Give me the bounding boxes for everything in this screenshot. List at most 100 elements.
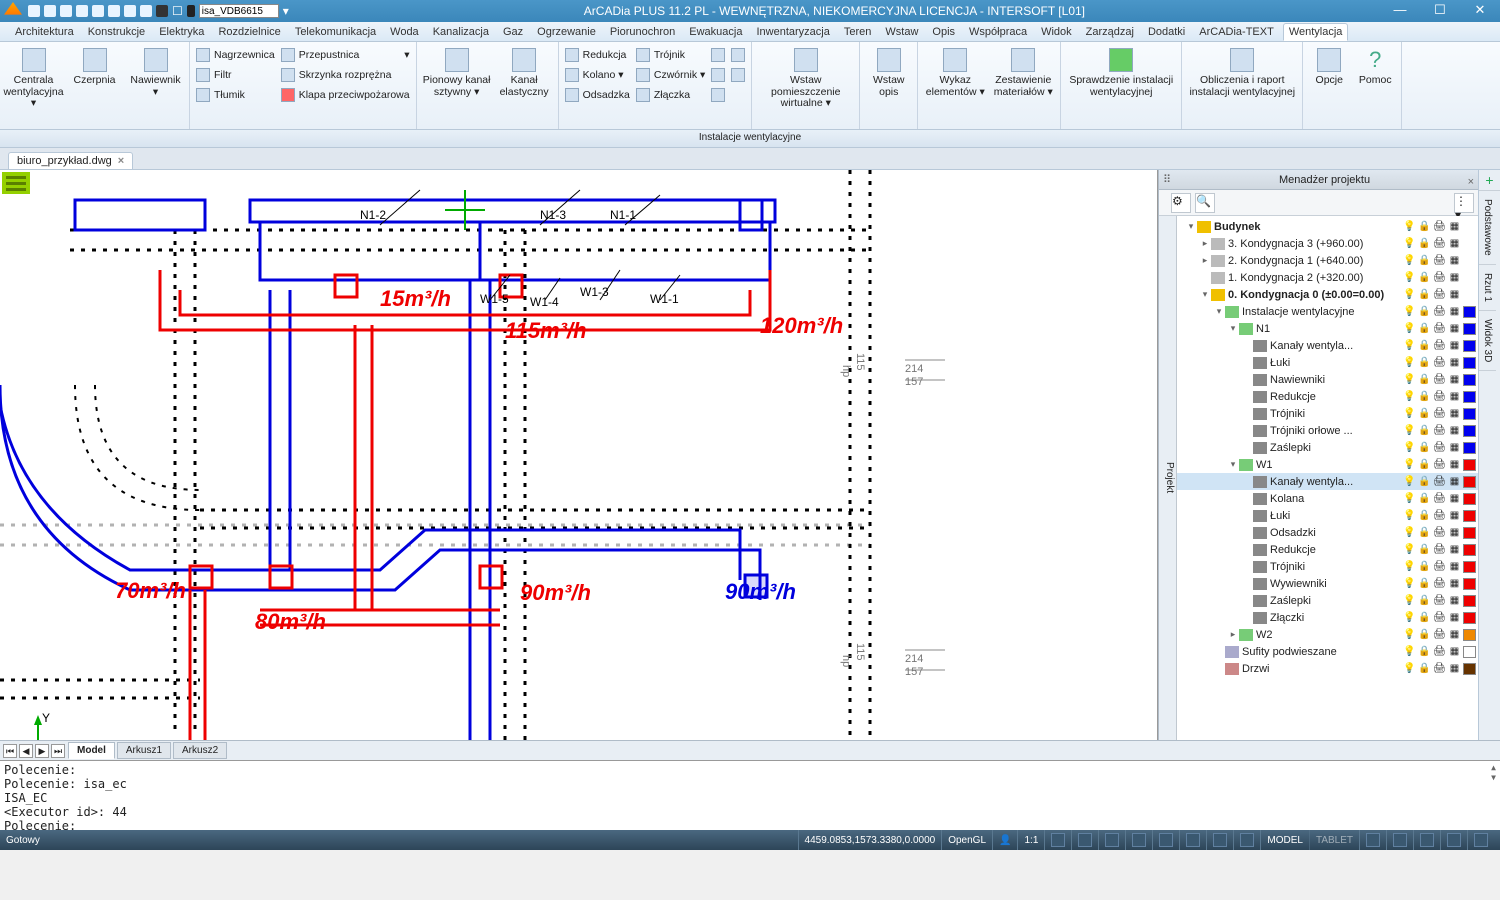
tree-row[interactable]: Sufity podwieszane💡🔒🖨▦	[1177, 643, 1478, 660]
vtab[interactable]: Widok 3D	[1479, 311, 1496, 371]
tree-toggle-icon[interactable]: 🖨	[1433, 425, 1446, 437]
tree-toggle-icon[interactable]: 🔒	[1418, 663, 1431, 675]
tree-toggle-icon[interactable]: 🔒	[1418, 629, 1431, 641]
tree-row[interactable]: Wywiewniki💡🔒🖨▦	[1177, 575, 1478, 592]
tree-toggle-icon[interactable]: 🖨	[1433, 238, 1446, 250]
tree-toggle-icon[interactable]: ▦	[1448, 612, 1461, 624]
tree-row[interactable]: Redukcje💡🔒🖨▦	[1177, 388, 1478, 405]
tree-toggle-icon[interactable]: ▦	[1448, 408, 1461, 420]
tree-toggle-icon[interactable]: 💡	[1403, 578, 1416, 590]
tree-toggle-icon[interactable]: 🖨	[1433, 527, 1446, 539]
tab-nav-prev[interactable]: ◀	[19, 744, 33, 758]
tree-toggle-icon[interactable]: 💡	[1403, 476, 1416, 488]
tree-toggle-icon[interactable]: 🔒	[1418, 646, 1431, 658]
tab-arkusz1[interactable]: Arkusz1	[117, 742, 171, 759]
tree-toggle-icon[interactable]: 🔒	[1418, 425, 1431, 437]
color-swatch[interactable]	[1463, 646, 1476, 658]
hamburger-icon[interactable]	[2, 172, 30, 194]
color-swatch[interactable]	[1463, 493, 1476, 505]
tree-toggle-icon[interactable]: 🖨	[1433, 595, 1446, 607]
tree-toggle-icon[interactable]: 💡	[1403, 408, 1416, 420]
color-swatch[interactable]	[1463, 425, 1476, 437]
wykaz-button[interactable]: Wykaz elementów ▾	[924, 44, 986, 98]
tree-toggle-icon[interactable]: 🖨	[1433, 544, 1446, 556]
tree-toggle-icon[interactable]: ▦	[1448, 561, 1461, 573]
color-swatch[interactable]	[1463, 527, 1476, 539]
color-swatch[interactable]	[1463, 476, 1476, 488]
tree-toggle-icon[interactable]: 🔒	[1418, 306, 1431, 318]
qat-command-input[interactable]	[199, 4, 279, 18]
menu-item[interactable]: Woda	[385, 24, 424, 40]
status-scale[interactable]: 1:1	[1017, 830, 1044, 850]
tree-toggle-icon[interactable]: ▦	[1448, 578, 1461, 590]
tree-toggle-icon[interactable]: 💡	[1403, 629, 1416, 641]
tree-row[interactable]: Trójniki💡🔒🖨▦	[1177, 405, 1478, 422]
menu-item[interactable]: Wentylacja	[1283, 23, 1349, 41]
tree-toggle-icon[interactable]: 💡	[1403, 561, 1416, 573]
tree-toggle-icon[interactable]: 💡	[1403, 663, 1416, 675]
redukcja-button[interactable]: Redukcja	[565, 46, 630, 64]
tree-row[interactable]: ▾N1💡🔒🖨▦	[1177, 320, 1478, 337]
tree-toggle-icon[interactable]: 🔒	[1418, 442, 1431, 454]
tree-row[interactable]: ▸2. Kondygnacja 1 (+640.00)💡🔒🖨▦	[1177, 252, 1478, 269]
tree-toggle-icon[interactable]: 🔒	[1418, 391, 1431, 403]
obliczenia-button[interactable]: Obliczenia i raport instalacji wentylacy…	[1188, 44, 1296, 98]
tree-toggle-icon[interactable]: 💡	[1403, 357, 1416, 369]
color-swatch[interactable]	[1463, 442, 1476, 454]
menu-item[interactable]: Architektura	[10, 24, 79, 40]
tree-row[interactable]: ▸W2💡🔒🖨▦	[1177, 626, 1478, 643]
pomoc-button[interactable]: ?Pomoc	[1355, 44, 1395, 87]
status-icon[interactable]	[1467, 830, 1494, 850]
tree-toggle-icon[interactable]: 🔒	[1418, 289, 1431, 301]
tree-toggle-icon[interactable]: ▦	[1448, 289, 1461, 301]
tree-row[interactable]: Nawiewniki💡🔒🖨▦	[1177, 371, 1478, 388]
tree-toggle-icon[interactable]: 🔒	[1418, 612, 1431, 624]
tree-toggle-icon[interactable]: 💡	[1403, 442, 1416, 454]
tree-toggle-icon[interactable]: ▦	[1448, 459, 1461, 471]
panel-grip-icon[interactable]: ⠿	[1163, 170, 1171, 190]
tree-toggle-icon[interactable]: 💡	[1403, 391, 1416, 403]
project-tree[interactable]: ▾Budynek💡🔒🖨▦▸3. Kondygnacja 3 (+960.00)💡…	[1177, 216, 1478, 740]
status-icon[interactable]	[1440, 830, 1467, 850]
tree-toggle-icon[interactable]: 🖨	[1433, 493, 1446, 505]
odsadzka-button[interactable]: Odsadzka	[565, 86, 630, 104]
tree-row[interactable]: ▾W1💡🔒🖨▦	[1177, 456, 1478, 473]
tree-toggle-icon[interactable]: 🔒	[1418, 374, 1431, 386]
kanal-elastyczny-button[interactable]: Kanał elastyczny	[497, 44, 552, 98]
status-icon[interactable]	[1179, 830, 1206, 850]
tree-toggle-icon[interactable]: 🖨	[1433, 306, 1446, 318]
status-opengl[interactable]: OpenGL	[941, 830, 992, 850]
tree-toggle-icon[interactable]: 💡	[1403, 238, 1416, 250]
tree-toggle-icon[interactable]: 🖨	[1433, 374, 1446, 386]
ribbon-icon[interactable]	[711, 66, 725, 84]
tree-row[interactable]: Kolana💡🔒🖨▦	[1177, 490, 1478, 507]
color-swatch[interactable]	[1463, 255, 1476, 267]
menu-item[interactable]: Elektryka	[154, 24, 209, 40]
menu-item[interactable]: Wstaw	[880, 24, 923, 40]
tree-toggle-icon[interactable]: ▦	[1448, 442, 1461, 454]
opcje-button[interactable]: Opcje	[1309, 44, 1349, 87]
tree-row[interactable]: Kanały wentyla...💡🔒🖨▦	[1177, 473, 1478, 490]
menu-item[interactable]: Teren	[839, 24, 877, 40]
tree-toggle-icon[interactable]: 💡	[1403, 255, 1416, 267]
tree-toggle-icon[interactable]: 💡	[1403, 612, 1416, 624]
menu-item[interactable]: Kanalizacja	[428, 24, 494, 40]
tree-row[interactable]: Zaślepki💡🔒🖨▦	[1177, 592, 1478, 609]
tree-row[interactable]: ▾Budynek💡🔒🖨▦	[1177, 218, 1478, 235]
tree-toggle-icon[interactable]: 💡	[1403, 340, 1416, 352]
tree-toggle-icon[interactable]: 💡	[1403, 595, 1416, 607]
menu-item[interactable]: Zarządzaj	[1081, 24, 1139, 40]
color-swatch[interactable]	[1463, 323, 1476, 335]
tree-row[interactable]: Trójniki orłowe ...💡🔒🖨▦	[1177, 422, 1478, 439]
tree-toggle-icon[interactable]: 🖨	[1433, 646, 1446, 658]
menu-item[interactable]: Telekomunikacja	[290, 24, 381, 40]
tree-toggle-icon[interactable]: 🔒	[1418, 340, 1431, 352]
tree-toggle-icon[interactable]: 🖨	[1433, 221, 1446, 233]
filtr-button[interactable]: Filtr	[196, 66, 275, 84]
menu-item[interactable]: Konstrukcje	[83, 24, 150, 40]
tree-toggle-icon[interactable]: ▦	[1448, 323, 1461, 335]
color-swatch[interactable]	[1463, 357, 1476, 369]
color-swatch[interactable]	[1463, 408, 1476, 420]
status-icon[interactable]	[1125, 830, 1152, 850]
color-swatch[interactable]	[1463, 663, 1476, 675]
